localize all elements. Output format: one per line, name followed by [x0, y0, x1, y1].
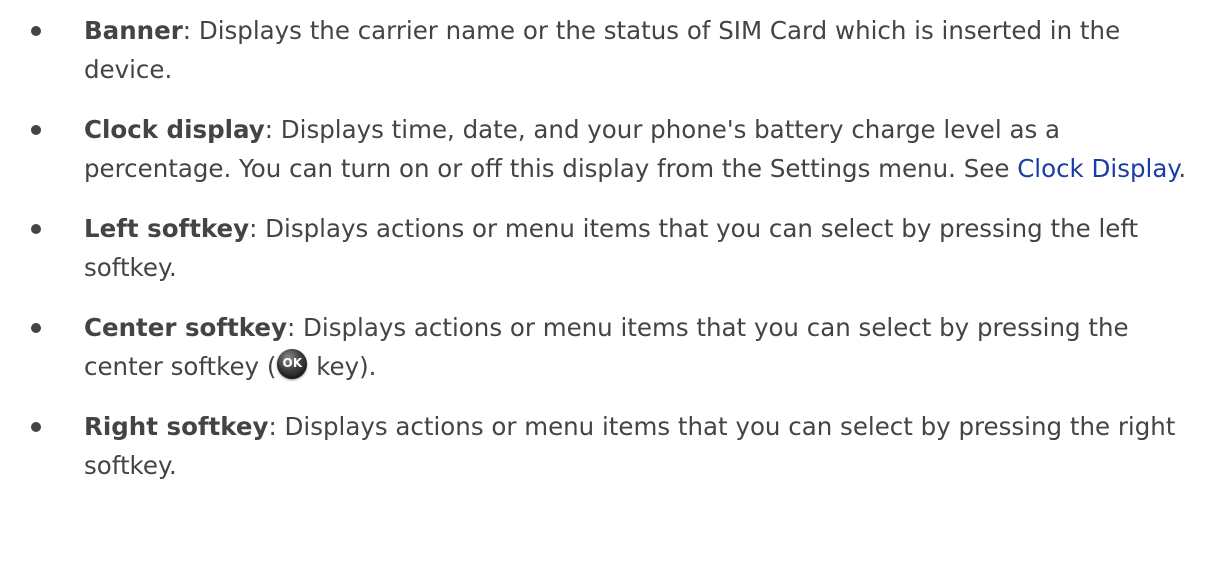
- bullet-dot: [31, 125, 41, 135]
- description-center-softkey-end: key).: [308, 352, 377, 381]
- list-item-right-softkey: Right softkey: Displays actions or menu …: [31, 407, 1201, 485]
- term-center-softkey: Center softkey: [84, 313, 287, 342]
- ok-key-label: OK: [282, 356, 303, 370]
- list-item-banner: Banner: Displays the carrier name or the…: [31, 11, 1201, 89]
- bullet-dot: [31, 26, 41, 36]
- term-banner: Banner: [84, 16, 183, 45]
- clock-display-link[interactable]: Clock Display: [1017, 154, 1178, 183]
- term-right-softkey: Right softkey: [84, 412, 269, 441]
- bullet-dot: [31, 323, 41, 333]
- bullet-dot: [31, 224, 41, 234]
- term-clock-display: Clock display: [84, 115, 265, 144]
- ok-key-icon: OK: [277, 349, 308, 379]
- list-item-left-softkey: Left softkey: Displays actions or menu i…: [31, 209, 1201, 287]
- description-clock-display-end: .: [1178, 154, 1187, 183]
- softkey-description-list: Banner: Displays the carrier name or the…: [31, 11, 1201, 485]
- document-page: Banner: Displays the carrier name or the…: [0, 0, 1217, 581]
- description-banner: : Displays the carrier name or the statu…: [84, 16, 1121, 84]
- list-item-clock-display: Clock display: Displays time, date, and …: [31, 110, 1201, 188]
- bullet-dot: [31, 422, 41, 432]
- list-item-center-softkey: Center softkey: Displays actions or menu…: [31, 308, 1201, 386]
- term-left-softkey: Left softkey: [84, 214, 250, 243]
